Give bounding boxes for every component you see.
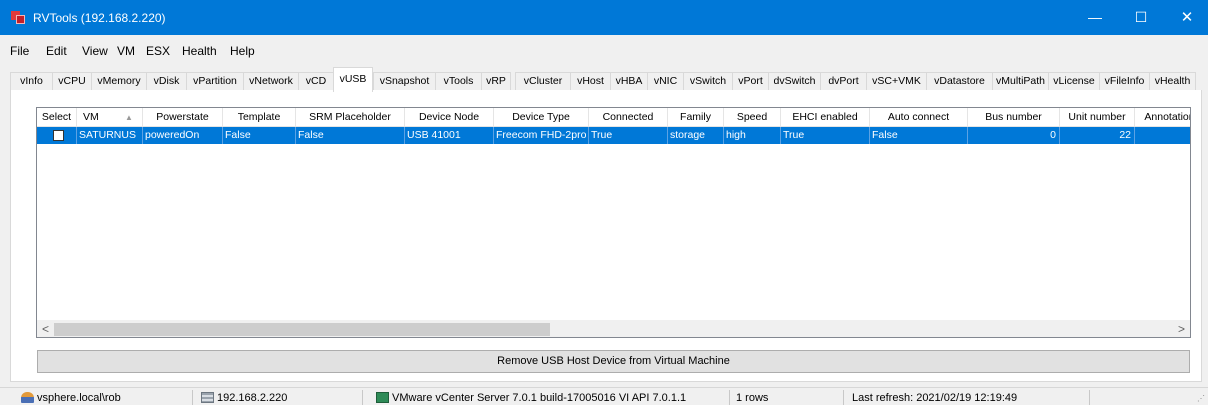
col-header-device-node[interactable]: Device Node bbox=[405, 108, 494, 127]
col-header-unit-number[interactable]: Unit number bbox=[1060, 108, 1135, 127]
tab-vswitch[interactable]: vSwitch bbox=[683, 72, 733, 91]
tab-vlicense[interactable]: vLicense bbox=[1048, 72, 1100, 91]
family-cell: storage bbox=[668, 127, 724, 144]
col-header-ehci-enabled[interactable]: EHCI enabled bbox=[781, 108, 870, 127]
tab-vdatastore[interactable]: vDatastore bbox=[926, 72, 993, 91]
horizontal-scrollbar[interactable]: < > bbox=[37, 320, 1190, 337]
tab-strip: vInfo vCPU vMemory vDisk vPartition vNet… bbox=[0, 67, 1208, 92]
bus-number-cell: 0 bbox=[968, 127, 1060, 144]
speed-cell: high bbox=[724, 127, 781, 144]
tab-vsnapshot[interactable]: vSnapshot bbox=[373, 72, 436, 91]
col-header-vm-label: VM bbox=[83, 111, 99, 123]
col-header-srm-placeholder[interactable]: SRM Placeholder bbox=[296, 108, 405, 127]
scrollbar-thumb[interactable] bbox=[54, 323, 550, 336]
device-node-cell: USB 41001 bbox=[405, 127, 494, 144]
menu-file[interactable]: File bbox=[10, 44, 29, 58]
tab-vnetwork[interactable]: vNetwork bbox=[243, 72, 299, 91]
status-divider bbox=[843, 390, 844, 405]
tab-vnic[interactable]: vNIC bbox=[647, 72, 684, 91]
title-bar: RVTools (192.168.2.220) — ☐ ✕ bbox=[0, 0, 1208, 35]
usb-devices-grid[interactable]: Select VM ▲ Powerstate Template SRM Plac… bbox=[36, 107, 1191, 338]
vcenter-icon bbox=[376, 392, 389, 403]
maximize-button[interactable]: ☐ bbox=[1118, 0, 1164, 35]
rvtools-app-icon bbox=[11, 11, 25, 24]
status-row-count: 1 rows bbox=[736, 392, 769, 404]
status-divider bbox=[362, 390, 363, 405]
col-header-annotation[interactable]: Annotation bbox=[1135, 108, 1190, 127]
status-divider bbox=[1089, 390, 1090, 405]
auto-connect-cell: False bbox=[870, 127, 968, 144]
tab-vcd[interactable]: vCD bbox=[298, 72, 334, 91]
col-header-bus-number[interactable]: Bus number bbox=[968, 108, 1060, 127]
menu-view[interactable]: View bbox=[82, 44, 108, 58]
tab-vinfo[interactable]: vInfo bbox=[10, 72, 53, 91]
tab-vrp[interactable]: vRP bbox=[481, 72, 511, 91]
menu-bar: File Edit View VM ESX Health Help bbox=[0, 41, 1208, 61]
grid-header: Select VM ▲ Powerstate Template SRM Plac… bbox=[37, 108, 1190, 127]
status-user: vsphere.local\rob bbox=[37, 392, 121, 404]
close-button[interactable]: ✕ bbox=[1164, 0, 1208, 35]
menu-health[interactable]: Health bbox=[182, 44, 217, 58]
status-bar: vsphere.local\rob 192.168.2.220 VMware v… bbox=[0, 387, 1208, 405]
status-server-version: VMware vCenter Server 7.0.1 build-170050… bbox=[392, 392, 687, 404]
server-icon bbox=[201, 392, 214, 403]
ehci-enabled-cell: True bbox=[781, 127, 870, 144]
col-header-vm[interactable]: VM ▲ bbox=[77, 108, 143, 127]
status-last-refresh: Last refresh: 2021/02/19 12:19:49 bbox=[852, 392, 1018, 404]
menu-vm[interactable]: VM bbox=[117, 44, 135, 58]
scroll-right-arrow-icon[interactable]: > bbox=[1173, 321, 1190, 337]
minimize-button[interactable]: — bbox=[1072, 0, 1118, 35]
status-divider bbox=[192, 390, 193, 405]
tab-vcpu[interactable]: vCPU bbox=[52, 72, 92, 91]
status-host: 192.168.2.220 bbox=[217, 392, 288, 404]
remove-usb-device-button[interactable]: Remove USB Host Device from Virtual Mach… bbox=[37, 350, 1190, 373]
col-header-device-type[interactable]: Device Type bbox=[494, 108, 589, 127]
col-header-speed[interactable]: Speed bbox=[724, 108, 781, 127]
tab-vhba[interactable]: vHBA bbox=[610, 72, 648, 91]
col-header-family[interactable]: Family bbox=[668, 108, 724, 127]
tab-vdisk[interactable]: vDisk bbox=[146, 72, 187, 91]
srm-placeholder-cell: False bbox=[296, 127, 405, 144]
tab-vmemory[interactable]: vMemory bbox=[91, 72, 147, 91]
col-header-auto-connect[interactable]: Auto connect bbox=[870, 108, 968, 127]
tab-vsc-vmk[interactable]: vSC+VMK bbox=[866, 72, 927, 91]
annotation-cell bbox=[1135, 127, 1190, 144]
template-cell: False bbox=[223, 127, 296, 144]
vm-cell: SATURNUS bbox=[77, 127, 143, 144]
select-cell bbox=[37, 127, 77, 144]
tab-vfileinfo[interactable]: vFileInfo bbox=[1099, 72, 1150, 91]
col-header-connected[interactable]: Connected bbox=[589, 108, 668, 127]
tab-vpartition[interactable]: vPartition bbox=[186, 72, 244, 91]
tab-vcluster[interactable]: vCluster bbox=[515, 72, 571, 91]
tab-vmultipath[interactable]: vMultiPath bbox=[992, 72, 1049, 91]
menu-esx[interactable]: ESX bbox=[146, 44, 170, 58]
sort-ascending-icon: ▲ bbox=[125, 113, 133, 122]
tab-vhost[interactable]: vHost bbox=[570, 72, 611, 91]
device-type-cell: Freecom FHD-2pro bbox=[494, 127, 589, 144]
user-icon bbox=[21, 392, 34, 403]
tab-vhealth[interactable]: vHealth bbox=[1149, 72, 1196, 91]
table-row[interactable]: SATURNUS poweredOn False False USB 41001… bbox=[37, 127, 1190, 144]
menu-help[interactable]: Help bbox=[230, 44, 255, 58]
col-header-powerstate[interactable]: Powerstate bbox=[143, 108, 223, 127]
col-header-select[interactable]: Select bbox=[37, 108, 77, 127]
tab-dvswitch[interactable]: dvSwitch bbox=[768, 72, 821, 91]
resize-grip-icon[interactable]: ⋰ bbox=[1197, 394, 1205, 403]
tab-vusb[interactable]: vUSB bbox=[333, 67, 373, 92]
row-select-checkbox[interactable] bbox=[53, 130, 64, 141]
col-header-template[interactable]: Template bbox=[223, 108, 296, 127]
tab-vport[interactable]: vPort bbox=[732, 72, 769, 91]
menu-edit[interactable]: Edit bbox=[46, 44, 67, 58]
tab-vtools[interactable]: vTools bbox=[435, 72, 482, 91]
connected-cell: True bbox=[589, 127, 668, 144]
unit-number-cell: 22 bbox=[1060, 127, 1135, 144]
powerstate-cell: poweredOn bbox=[143, 127, 223, 144]
tab-dvport[interactable]: dvPort bbox=[820, 72, 867, 91]
window-title: RVTools (192.168.2.220) bbox=[33, 11, 166, 25]
status-divider bbox=[729, 390, 730, 405]
scroll-left-arrow-icon[interactable]: < bbox=[37, 321, 54, 337]
